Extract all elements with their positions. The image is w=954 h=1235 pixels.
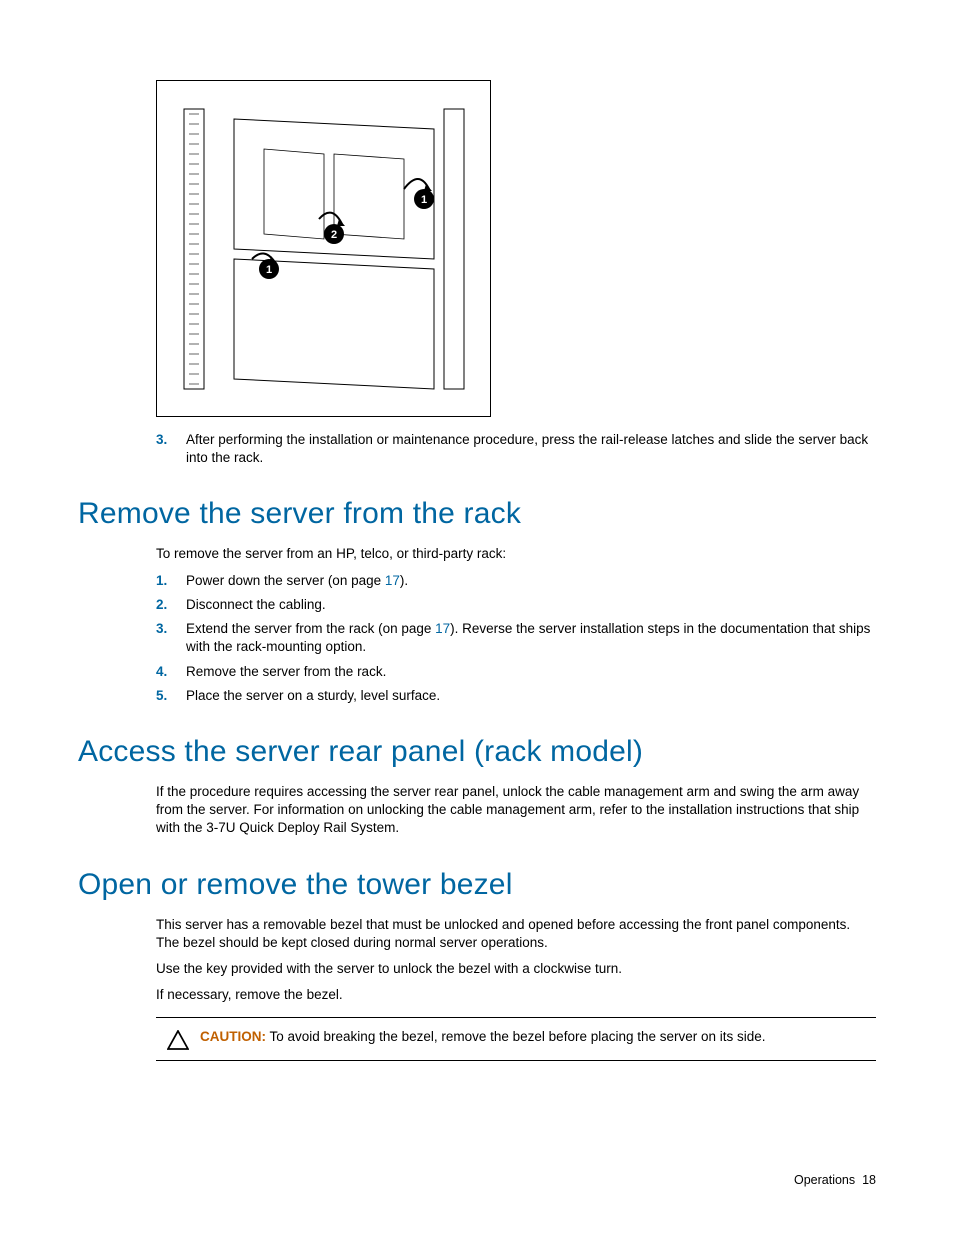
step-text: After performing the installation or mai…	[186, 431, 876, 467]
heading-remove-server: Remove the server from the rack	[78, 497, 876, 531]
section2-para: If the procedure requires accessing the …	[156, 783, 876, 838]
caution-icon	[156, 1028, 200, 1050]
svg-text:1: 1	[265, 264, 271, 276]
footer-section: Operations	[794, 1173, 855, 1187]
section1-step-5: 5.Place the server on a sturdy, level su…	[156, 687, 876, 705]
page-footer: Operations 18	[794, 1173, 876, 1187]
caution-text: CAUTION: To avoid breaking the bezel, re…	[200, 1028, 876, 1046]
section3-p3: If necessary, remove the bezel.	[156, 986, 876, 1004]
step-text: Remove the server from the rack.	[186, 663, 876, 681]
server-rack-svg: 1 2 1	[174, 99, 474, 399]
step-text: Power down the server (on page 17).	[186, 572, 876, 590]
step-number: 2.	[156, 596, 186, 614]
server-rack-illustration: 1 2 1	[156, 80, 491, 417]
footer-page: 18	[862, 1173, 876, 1187]
page-link[interactable]: 17	[435, 621, 450, 636]
step-text: Disconnect the cabling.	[186, 596, 876, 614]
step-number: 3.	[156, 431, 186, 449]
heading-open-remove-bezel: Open or remove the tower bezel	[78, 868, 876, 902]
section3-p1: This server has a removable bezel that m…	[156, 916, 876, 952]
section1-step-1: 1.Power down the server (on page 17).	[156, 572, 876, 590]
section1-step-3: 3.Extend the server from the rack (on pa…	[156, 620, 876, 656]
caution-body: To avoid breaking the bezel, remove the …	[266, 1029, 766, 1044]
svg-text:2: 2	[330, 229, 336, 241]
heading-access-rear-panel: Access the server rear panel (rack model…	[78, 735, 876, 769]
step-number: 1.	[156, 572, 186, 590]
caution-label: CAUTION:	[200, 1029, 266, 1044]
svg-text:1: 1	[420, 194, 426, 206]
page-link[interactable]: 17	[385, 573, 400, 588]
section1-intro: To remove the server from an HP, telco, …	[156, 545, 876, 563]
top-step-3: 3. After performing the installation or …	[156, 431, 876, 467]
section1-step-4: 4.Remove the server from the rack.	[156, 663, 876, 681]
step-number: 4.	[156, 663, 186, 681]
section3-p2: Use the key provided with the server to …	[156, 960, 876, 978]
section1-step-2: 2.Disconnect the cabling.	[156, 596, 876, 614]
step-number: 5.	[156, 687, 186, 705]
caution-box: CAUTION: To avoid breaking the bezel, re…	[156, 1017, 876, 1061]
step-number: 3.	[156, 620, 186, 638]
step-text: Extend the server from the rack (on page…	[186, 620, 876, 656]
step-text: Place the server on a sturdy, level surf…	[186, 687, 876, 705]
